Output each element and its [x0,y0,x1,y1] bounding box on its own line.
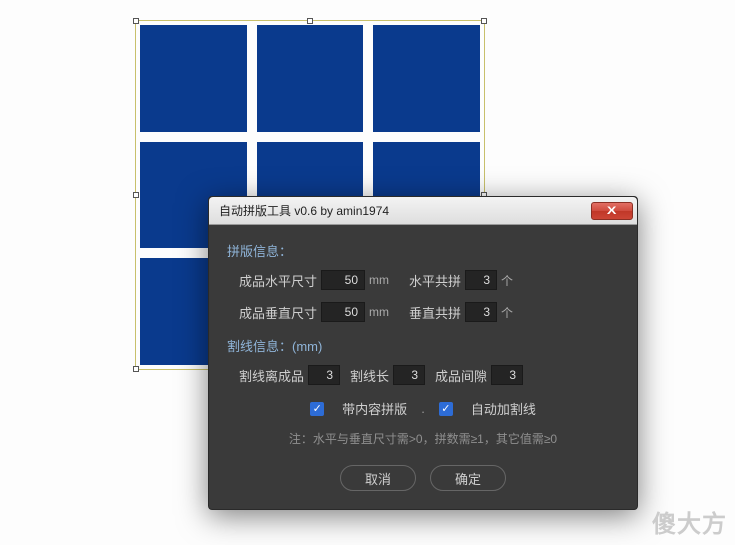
separator-dot: . [421,401,425,416]
watermark: 傻大方 [652,504,727,539]
vcount-label: 垂直共拼 [409,303,461,322]
height-input[interactable] [321,302,365,322]
cut-dist-input[interactable] [308,365,340,385]
ok-button[interactable]: 确定 [430,465,506,491]
tile [140,25,247,132]
dialog-title: 自动拼版工具 v0.6 by amin1974 [219,202,591,219]
unit-mm: mm [369,273,389,287]
resize-handle[interactable] [481,18,487,24]
tile [257,25,364,132]
resize-handle[interactable] [133,192,139,198]
vcount-input[interactable] [465,302,497,322]
height-label: 成品垂直尺寸 [239,303,317,322]
titlebar[interactable]: 自动拼版工具 v0.6 by amin1974 X [209,197,637,225]
width-label: 成品水平尺寸 [239,271,317,290]
section-layout-title: 拼版信息： [227,241,619,260]
resize-handle[interactable] [133,366,139,372]
hcount-input[interactable] [465,270,497,290]
section-cut-title: 割线信息：(mm) [227,336,619,355]
cb1-label: 带内容拼版 [342,399,407,418]
width-input[interactable] [321,270,365,290]
note-text: 注：水平与垂直尺寸需>0，拼数需≥1，其它值需≥0 [227,430,619,447]
tile [373,25,480,132]
cut-len-label: 割线长 [350,366,389,385]
gap-input[interactable] [491,365,523,385]
cut-dist-label: 割线离成品 [239,366,304,385]
checkbox-auto-cutline[interactable]: ✓ [439,402,453,416]
checkbox-with-content[interactable]: ✓ [310,402,324,416]
resize-handle[interactable] [307,18,313,24]
cancel-button[interactable]: 取消 [340,465,416,491]
close-icon: X [607,205,617,217]
hcount-label: 水平共拼 [409,271,461,290]
unit-ge: 个 [501,304,513,321]
cb2-label: 自动加割线 [471,399,536,418]
unit-ge: 个 [501,272,513,289]
resize-handle[interactable] [133,18,139,24]
cut-len-input[interactable] [393,365,425,385]
close-button[interactable]: X [591,202,633,220]
impose-dialog: 自动拼版工具 v0.6 by amin1974 X 拼版信息： 成品水平尺寸 m… [208,196,638,510]
unit-mm: mm [369,305,389,319]
gap-label: 成品间隙 [435,366,487,385]
